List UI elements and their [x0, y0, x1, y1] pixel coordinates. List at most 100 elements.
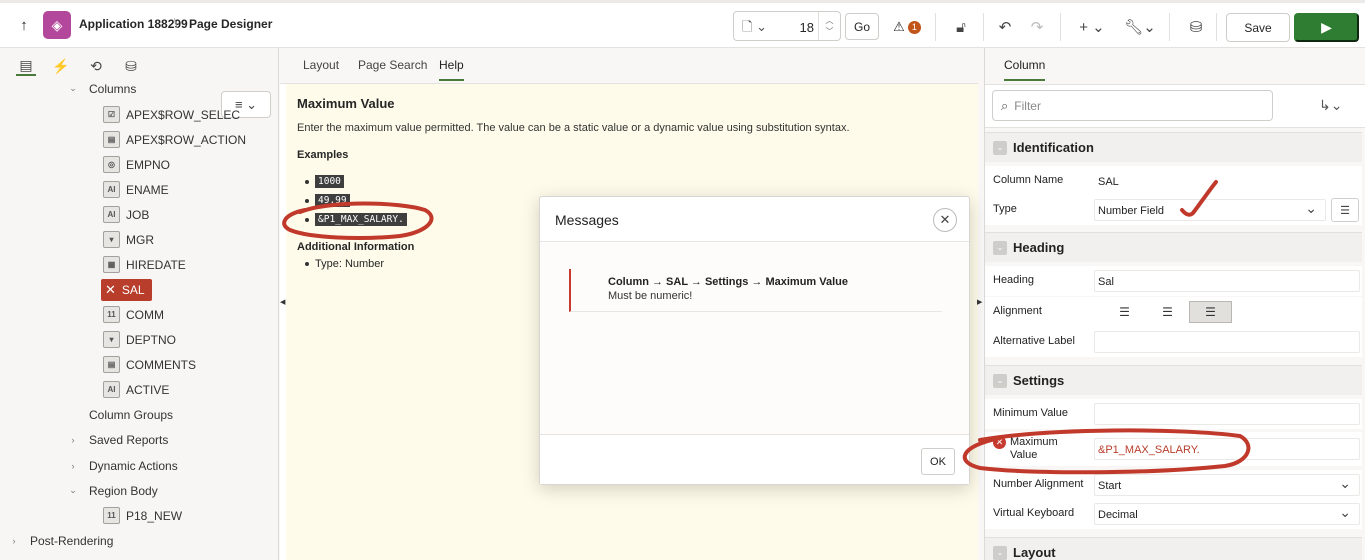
- toolbar-divider: [935, 13, 936, 41]
- error-x-icon: ✕: [993, 436, 1006, 449]
- prop-alternative-label: Alternative Label: [985, 327, 1362, 357]
- lock-icon[interactable]: 🔓︎: [948, 15, 974, 39]
- tree-column-item[interactable]: AI ACTIVE: [103, 377, 169, 402]
- messages-dialog: Messages ✕ Column → SAL → Settings → Max…: [539, 196, 970, 485]
- help-type-item: Type: Number: [305, 258, 384, 270]
- tree-column-item[interactable]: ▤ COMMENTS: [103, 352, 196, 377]
- tree-column-item[interactable]: ▾ DEPTNO: [103, 327, 176, 352]
- ok-button[interactable]: OK: [921, 448, 955, 475]
- textarea-column-icon: ▤: [103, 356, 120, 373]
- dialog-footer: OK: [540, 434, 969, 484]
- selected-column-sal[interactable]: ✕ SAL: [101, 278, 152, 301]
- align-center-icon[interactable]: ☰: [1146, 301, 1189, 323]
- tree-column-item[interactable]: ▦ HIREDATE: [103, 252, 186, 277]
- tree-saved-reports-node[interactable]: › Saved Reports: [66, 427, 169, 452]
- tree-column-item[interactable]: 11 COMM: [103, 302, 164, 327]
- alternative-label-input[interactable]: [1094, 331, 1360, 353]
- number-item-icon: 11: [103, 507, 120, 524]
- group-heading[interactable]: ⌄ Heading: [985, 232, 1362, 262]
- left-splitter-handle[interactable]: ◀: [280, 298, 286, 306]
- app-name-link[interactable]: Application 188299: [79, 17, 188, 31]
- tab-column[interactable]: Column: [1004, 58, 1046, 81]
- go-button[interactable]: Go: [845, 13, 879, 40]
- property-editor-panel: Column ⌕ Filter ↳⌄ ⌄ Identification Colu…: [984, 48, 1365, 560]
- close-icon[interactable]: ✕: [933, 208, 957, 232]
- hidden-column-icon: ◎: [103, 156, 120, 173]
- tab-page-search[interactable]: Page Search: [358, 58, 427, 79]
- help-examples-heading: Examples: [297, 149, 349, 161]
- go-to-group-icon[interactable]: ↳⌄: [1319, 97, 1342, 114]
- tree-region-body-node[interactable]: ⌄ Region Body: [66, 478, 158, 503]
- tree-dynamic-actions-node[interactable]: › Dynamic Actions: [66, 453, 178, 478]
- save-button[interactable]: Save: [1226, 13, 1290, 42]
- utilities-wrench-icon[interactable]: 🔧︎⌄: [1124, 15, 1156, 39]
- chevron-down-icon[interactable]: ⌄: [66, 485, 80, 496]
- tree-column-item[interactable]: AI JOB: [103, 202, 149, 227]
- tree-column-item[interactable]: ◎ EMPNO: [103, 152, 170, 177]
- tree-post-rendering-node[interactable]: › Post-Rendering: [7, 528, 114, 553]
- error-message-path: Column → SAL → Settings → Maximum Value: [608, 276, 849, 288]
- dialog-header: Messages ✕: [540, 197, 969, 242]
- chevron-right-icon[interactable]: ›: [66, 461, 80, 471]
- collapse-chevron-icon[interactable]: ⌄: [993, 140, 1007, 155]
- page-number-spinner[interactable]: ︿ ﹀: [818, 12, 840, 40]
- tree-column-item[interactable]: ▾ MGR: [103, 227, 154, 252]
- tree-page-item[interactable]: 11 P18_NEW: [103, 503, 182, 528]
- help-example-item: &P1_MAX_SALARY.: [305, 213, 407, 226]
- page-number-value[interactable]: 18: [800, 20, 814, 35]
- undo-icon[interactable]: ↶: [992, 15, 1018, 39]
- prop-type: Type Number Field ☰: [985, 195, 1362, 225]
- tab-layout[interactable]: Layout: [303, 58, 339, 79]
- type-select[interactable]: Number Field: [1094, 199, 1326, 221]
- number-column-icon: 11: [103, 306, 120, 323]
- shared-components-icon[interactable]: ⛁: [1183, 15, 1209, 39]
- chevron-down-icon[interactable]: ⌄: [66, 83, 80, 94]
- tree-column-item[interactable]: AI ENAME: [103, 177, 169, 202]
- create-menu-icon[interactable]: + ⌄: [1076, 15, 1108, 39]
- column-name-value[interactable]: SAL: [1094, 170, 1360, 192]
- heading-input[interactable]: Sal: [1094, 270, 1360, 292]
- alignment-group: ☰ ☰ ☰: [1103, 301, 1232, 323]
- processing-tab-icon[interactable]: ⟲: [86, 56, 106, 76]
- error-message-card[interactable]: Column → SAL → Settings → Maximum Value …: [569, 269, 942, 312]
- page-number-field[interactable]: 🗋 ⌄ 18 ︿ ﹀: [733, 11, 841, 41]
- tree-column-item[interactable]: ☑ APEX$ROW_SELEC: [103, 102, 240, 127]
- up-arrow-icon[interactable]: ↑: [14, 13, 34, 37]
- virtual-keyboard-select[interactable]: Decimal: [1094, 503, 1360, 525]
- toolbar-divider: [983, 13, 984, 41]
- group-layout[interactable]: ⌄ Layout: [985, 537, 1362, 560]
- app-logo-icon[interactable]: ◈: [43, 11, 71, 39]
- group-identification[interactable]: ⌄ Identification: [985, 132, 1362, 162]
- number-alignment-select[interactable]: Start: [1094, 474, 1360, 496]
- minimum-value-input[interactable]: [1094, 403, 1360, 425]
- tree-column-item[interactable]: ▤ APEX$ROW_ACTION: [103, 127, 246, 152]
- redo-icon[interactable]: ↷: [1024, 15, 1050, 39]
- page-document-icon[interactable]: 🗋 ⌄: [742, 18, 767, 40]
- shared-components-tab-icon[interactable]: ⛁: [121, 56, 141, 76]
- align-right-icon[interactable]: ☰: [1189, 301, 1232, 323]
- chevron-right-icon[interactable]: ›: [66, 435, 80, 445]
- rendering-tab-icon[interactable]: ▤: [16, 56, 36, 76]
- text-column-icon: AI: [103, 206, 120, 223]
- help-description: Enter the maximum value permitted. The v…: [297, 122, 850, 134]
- dynamic-actions-tab-icon[interactable]: ⚡: [51, 56, 71, 76]
- tree-columns-node[interactable]: ⌄ Columns: [66, 76, 136, 101]
- collapse-chevron-icon[interactable]: ⌄: [993, 373, 1007, 388]
- chevron-right-icon[interactable]: ›: [7, 536, 21, 546]
- filter-input[interactable]: ⌕ Filter: [992, 90, 1273, 121]
- align-left-icon[interactable]: ☰: [1103, 301, 1146, 323]
- list-icon[interactable]: ☰: [1331, 198, 1359, 222]
- collapse-chevron-icon[interactable]: ⌄: [993, 240, 1007, 255]
- help-title: Maximum Value: [297, 96, 395, 111]
- tree-column-item-selected[interactable]: ✕ SAL: [101, 277, 152, 302]
- run-page-button[interactable]: ▶︎: [1294, 13, 1359, 42]
- maximum-value-input[interactable]: &P1_MAX_SALARY.: [1094, 438, 1360, 460]
- toolbar-divider: [1216, 13, 1217, 41]
- filter-bar: ⌕ Filter ↳⌄: [985, 84, 1365, 128]
- collapse-chevron-icon[interactable]: ⌄: [993, 545, 1007, 560]
- messages-button[interactable]: ⚠ 1: [889, 15, 925, 39]
- tab-help[interactable]: Help: [439, 58, 464, 81]
- group-settings[interactable]: ⌄ Settings: [985, 365, 1362, 395]
- tree-column-groups-node[interactable]: Column Groups: [89, 402, 173, 427]
- right-splitter-handle[interactable]: ▶: [977, 298, 983, 306]
